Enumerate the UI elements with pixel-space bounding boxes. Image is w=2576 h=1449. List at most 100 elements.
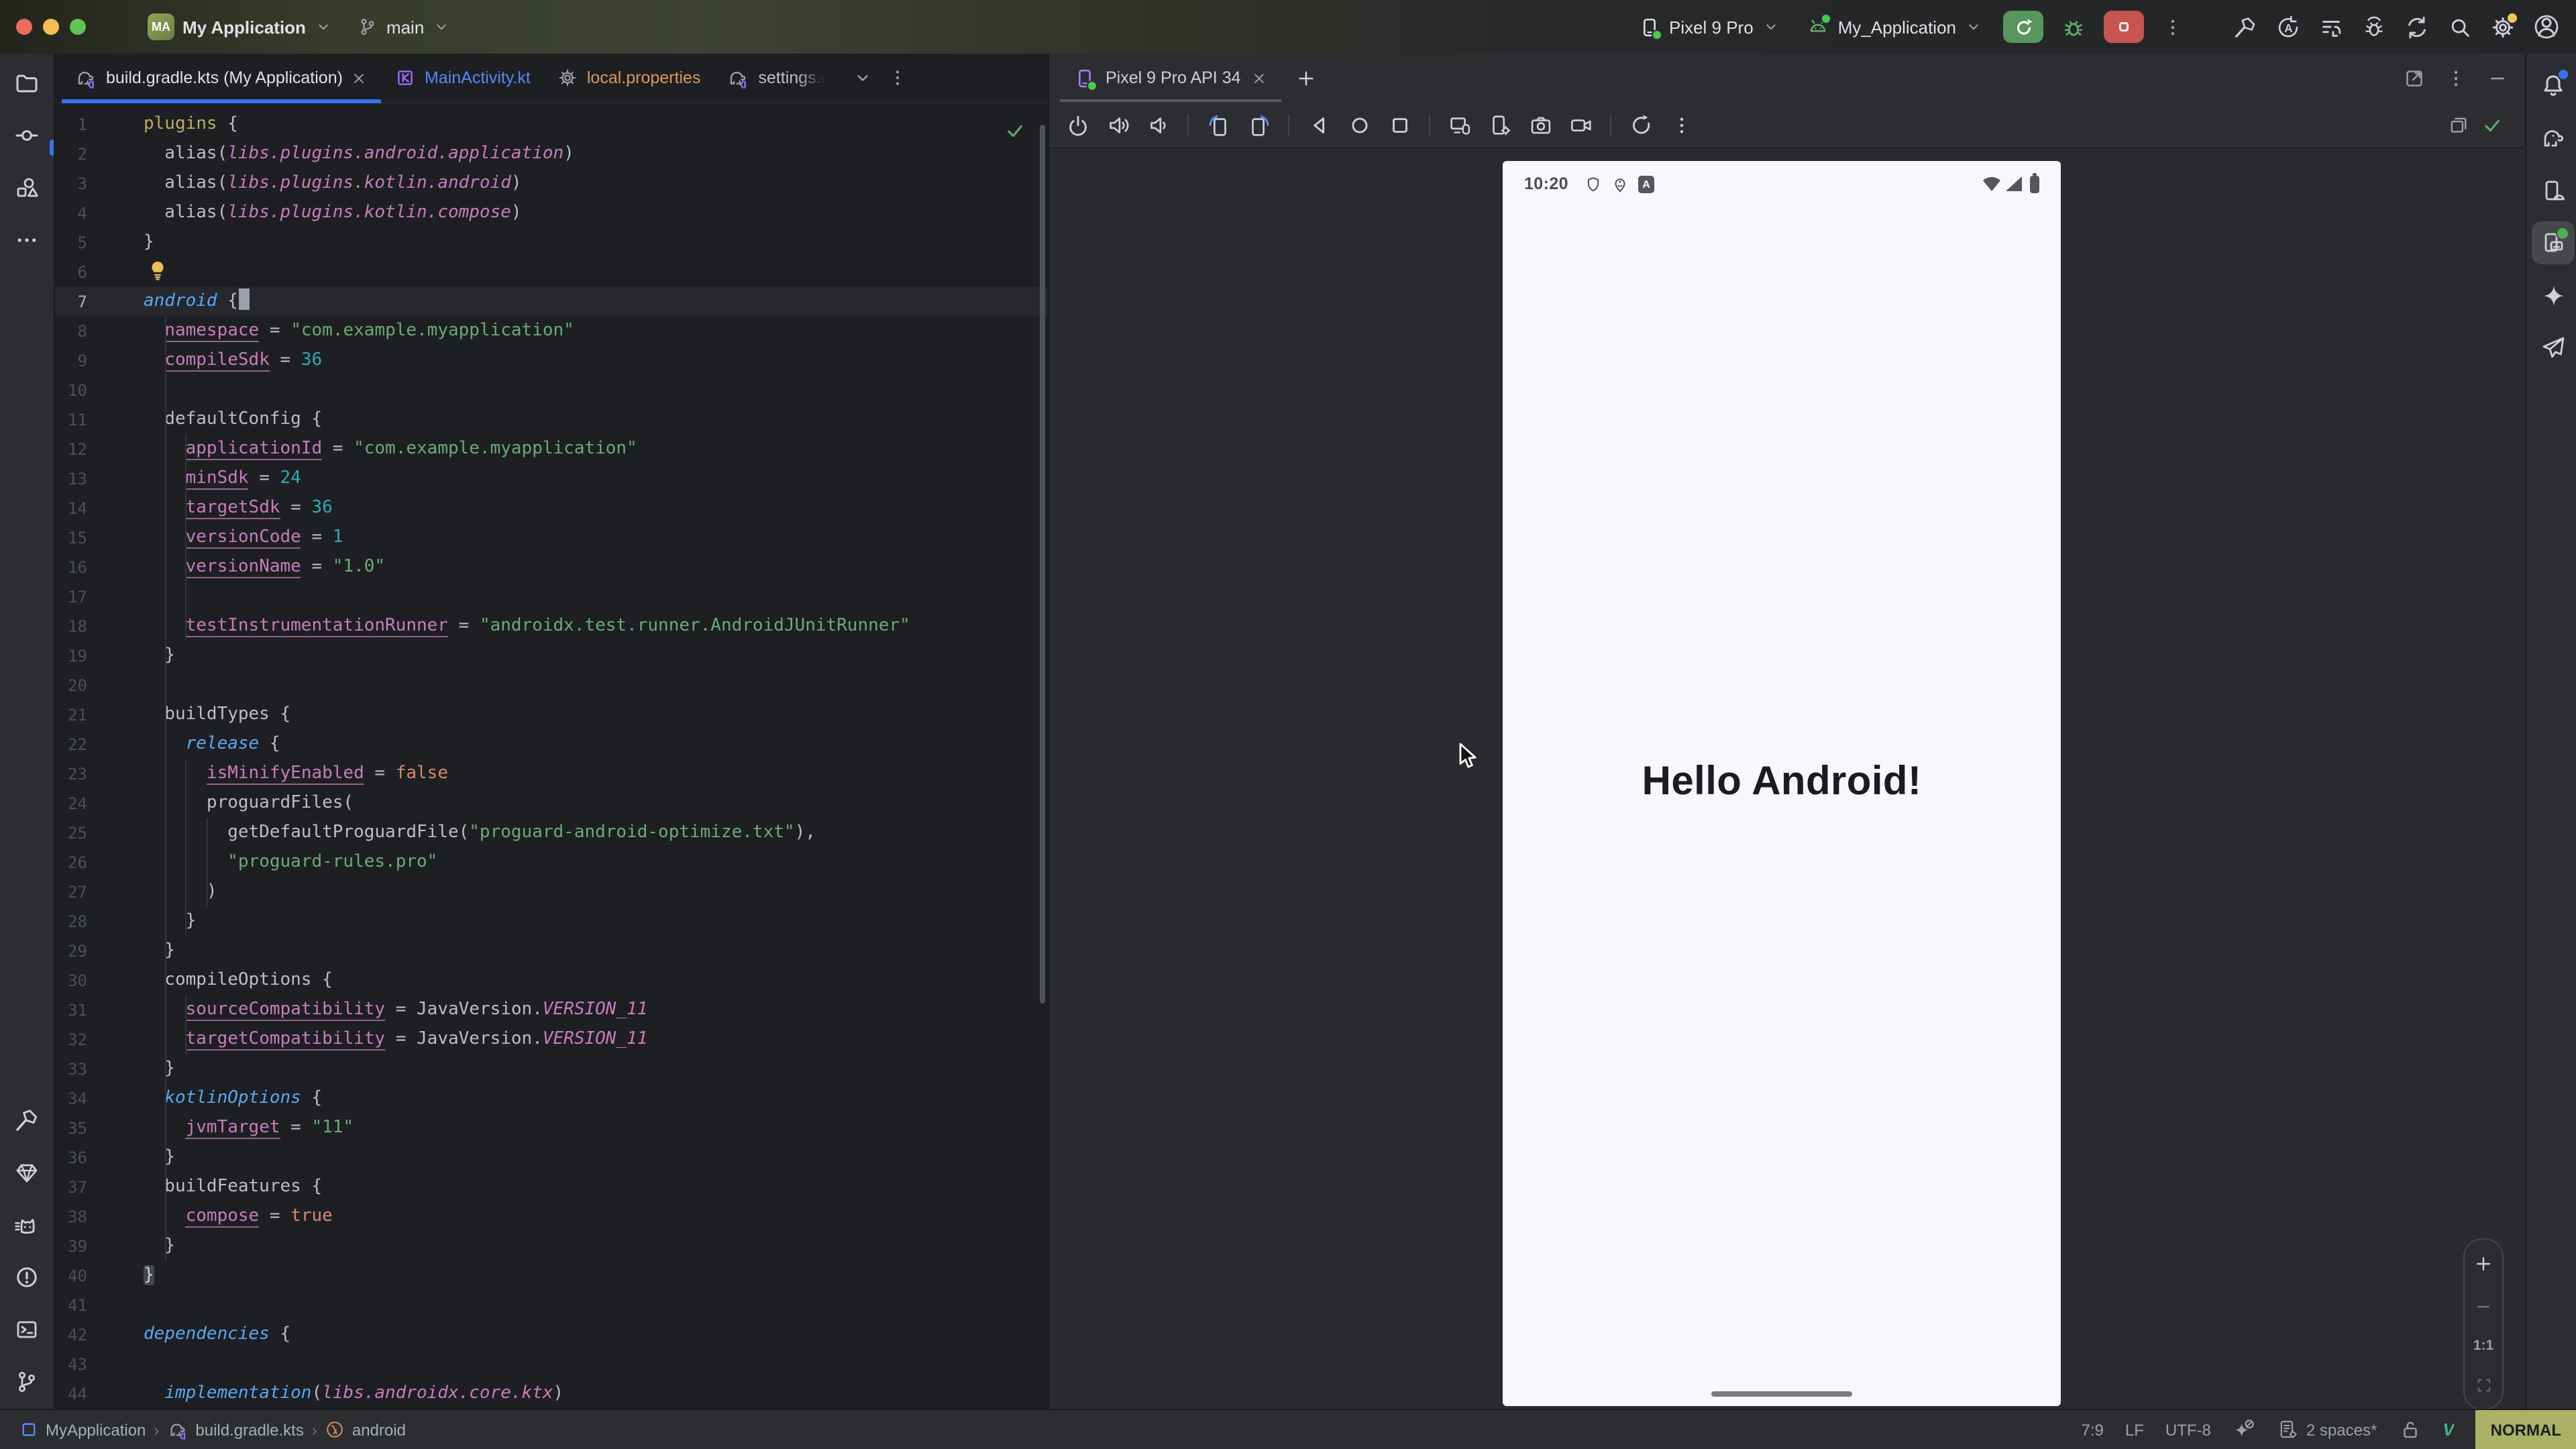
code-line-18[interactable]: 18 testInstrumentationRunner = "androidx… [55, 612, 1048, 641]
code-line-41[interactable]: 41 [55, 1291, 1048, 1320]
code-line-26[interactable]: 26 "proguard-rules.pro" [55, 848, 1048, 877]
code-line-16[interactable]: 16 versionName = "1.0" [55, 553, 1048, 582]
code-line-13[interactable]: 13 minSdk = 24 [55, 464, 1048, 494]
vcs-branch-widget[interactable]: main [357, 16, 451, 38]
code-line-1[interactable]: 1plugins { [55, 110, 1048, 140]
code-line-36[interactable]: 36 } [55, 1143, 1048, 1173]
sidebar-item-gradle[interactable] [2532, 117, 2575, 160]
sidebar-item-logcat[interactable] [5, 1203, 48, 1246]
code-line-3[interactable]: 3 alias(libs.plugins.kotlin.android) [55, 169, 1048, 199]
code-line-8[interactable]: 8 namespace = "com.example.myapplication… [55, 317, 1048, 346]
code-line-29[interactable]: 29 } [55, 936, 1048, 966]
code-line-27[interactable]: 27 ) [55, 877, 1048, 907]
code-line-23[interactable]: 23 isMinifyEnabled = false [55, 759, 1048, 789]
more-vertical-icon[interactable] [886, 67, 908, 89]
hide-panel-icon[interactable] [2486, 66, 2509, 89]
sidebar-item-gem[interactable] [5, 1151, 48, 1194]
overview-button[interactable] [1382, 107, 1417, 142]
breadcrumb-module[interactable]: MyApplication [19, 1419, 146, 1440]
rerun-button[interactable] [2003, 11, 2043, 43]
sidebar-item-plane[interactable] [2532, 326, 2575, 369]
hardware-input-button[interactable] [1442, 107, 1477, 142]
new-device-tab-button[interactable] [1295, 66, 1318, 89]
code-line-33[interactable]: 33 } [55, 1055, 1048, 1084]
home-button[interactable] [1342, 107, 1377, 142]
code-line-38[interactable]: 38 compose = true [55, 1202, 1048, 1232]
code-line-39[interactable]: 39 } [55, 1232, 1048, 1261]
tab-pixel-9-pro-api-34[interactable]: Pixel 9 Pro API 34 [1060, 54, 1281, 102]
more-vertical-icon[interactable] [1664, 107, 1699, 142]
device-selector[interactable]: Pixel 9 Pro [1638, 15, 1780, 38]
emulator-screen[interactable]: 10:20 A Hello Android! [1503, 161, 2061, 1406]
zoom-button[interactable] [70, 19, 86, 35]
apply-changes-icon[interactable] [2275, 14, 2301, 40]
run-configuration-selector[interactable]: My_Application [1806, 15, 1983, 39]
code-line-15[interactable]: 15 versionCode = 1 [55, 523, 1048, 553]
code-line-44[interactable]: 44 implementation(libs.androidx.core.ktx… [55, 1379, 1048, 1409]
code-line-11[interactable]: 11 defaultConfig { [55, 405, 1048, 435]
sidebar-item-running-devices[interactable] [2532, 221, 2575, 264]
close-icon[interactable] [1250, 69, 1268, 87]
code-line-10[interactable]: 10 [55, 376, 1048, 405]
rotate-left-button[interactable] [1201, 107, 1236, 142]
code-line-42[interactable]: 42dependencies { [55, 1320, 1048, 1350]
sidebar-item-more[interactable] [5, 219, 48, 262]
snapshot-reset-button[interactable] [1623, 107, 1658, 142]
debug-button[interactable] [2061, 14, 2086, 40]
code-line-4[interactable]: 4 alias(libs.plugins.kotlin.compose) [55, 199, 1048, 228]
profiler-icon[interactable] [2318, 14, 2344, 40]
tab-build-gradle-kts[interactable]: build.gradle.kts (My Application) [62, 54, 382, 102]
sidebar-item-build[interactable] [5, 1099, 48, 1142]
open-in-new-window-icon[interactable] [2403, 66, 2426, 89]
fit-to-window-button[interactable] [2473, 1375, 2493, 1395]
code-line-6[interactable]: 6 [55, 258, 1048, 287]
screenshot-button[interactable] [1523, 107, 1558, 142]
code-line-43[interactable]: 43 [55, 1350, 1048, 1379]
code-line-30[interactable]: 30 compileOptions { [55, 966, 1048, 996]
encoding-widget[interactable]: UTF-8 [2165, 1420, 2211, 1439]
search-everywhere-icon[interactable] [2447, 14, 2473, 40]
attach-debugger-icon[interactable] [2361, 14, 2387, 40]
sidebar-item-terminal[interactable] [5, 1308, 48, 1351]
lock-widget[interactable] [2398, 1418, 2421, 1441]
breadcrumb-file[interactable]: build.gradle.kts [167, 1419, 303, 1440]
sidebar-item-resource-manager[interactable] [5, 166, 48, 209]
code-line-32[interactable]: 32 targetCompatibility = JavaVersion.VER… [55, 1025, 1048, 1055]
stop-button[interactable] [2104, 11, 2144, 43]
code-line-2[interactable]: 2 alias(libs.plugins.android.application… [55, 140, 1048, 169]
screen-record-button[interactable] [1563, 107, 1598, 142]
code-line-21[interactable]: 21 buildTypes { [55, 700, 1048, 730]
line-separator-widget[interactable]: LF [2125, 1420, 2144, 1439]
tab-settings-gradle[interactable]: settings.g [714, 54, 843, 102]
intention-bulb-icon[interactable] [149, 260, 166, 294]
sidebar-item-problems[interactable] [5, 1256, 48, 1299]
ai-assistant-off-widget[interactable] [2233, 1418, 2255, 1441]
zoom-actual-size-button[interactable]: 1:1 [2473, 1338, 2493, 1354]
sidebar-item-commit[interactable] [5, 114, 48, 157]
code-line-14[interactable]: 14 targetSdk = 36 [55, 494, 1048, 523]
sidebar-item-notifications[interactable] [2532, 64, 2575, 107]
sidebar-item-device-manager[interactable] [2532, 169, 2575, 212]
vim-mode-badge[interactable]: NORMAL [2476, 1410, 2576, 1449]
code-editor[interactable]: 1plugins {2 alias(libs.plugins.android.a… [55, 103, 1048, 1409]
more-vertical-icon[interactable] [2445, 66, 2467, 89]
code-line-34[interactable]: 34 kotlinOptions { [55, 1084, 1048, 1114]
settings-gear-button[interactable] [2490, 14, 2516, 40]
code-line-37[interactable]: 37 buildFeatures { [55, 1173, 1048, 1202]
code-line-25[interactable]: 25 getDefaultProguardFile("proguard-andr… [55, 818, 1048, 848]
code-line-5[interactable]: 5} [55, 228, 1048, 258]
sidebar-item-project[interactable] [5, 62, 48, 105]
minimize-button[interactable] [43, 19, 59, 35]
code-line-31[interactable]: 31 sourceCompatibility = JavaVersion.VER… [55, 996, 1048, 1025]
close-button[interactable] [16, 19, 32, 35]
more-vertical-icon[interactable] [2161, 15, 2184, 38]
inspections-ok-icon[interactable] [1004, 119, 1026, 142]
caret-position-widget[interactable]: 7:9 [2082, 1420, 2104, 1439]
sidebar-item-gemini[interactable] [2532, 274, 2575, 317]
volume-up-button[interactable] [1100, 107, 1135, 142]
zoom-out-button[interactable] [2473, 1295, 2494, 1317]
chevron-down-icon[interactable] [851, 67, 873, 89]
power-button[interactable] [1060, 107, 1095, 142]
breadcrumb-block[interactable]: android [325, 1419, 406, 1440]
profile-avatar-icon[interactable] [2533, 13, 2560, 40]
